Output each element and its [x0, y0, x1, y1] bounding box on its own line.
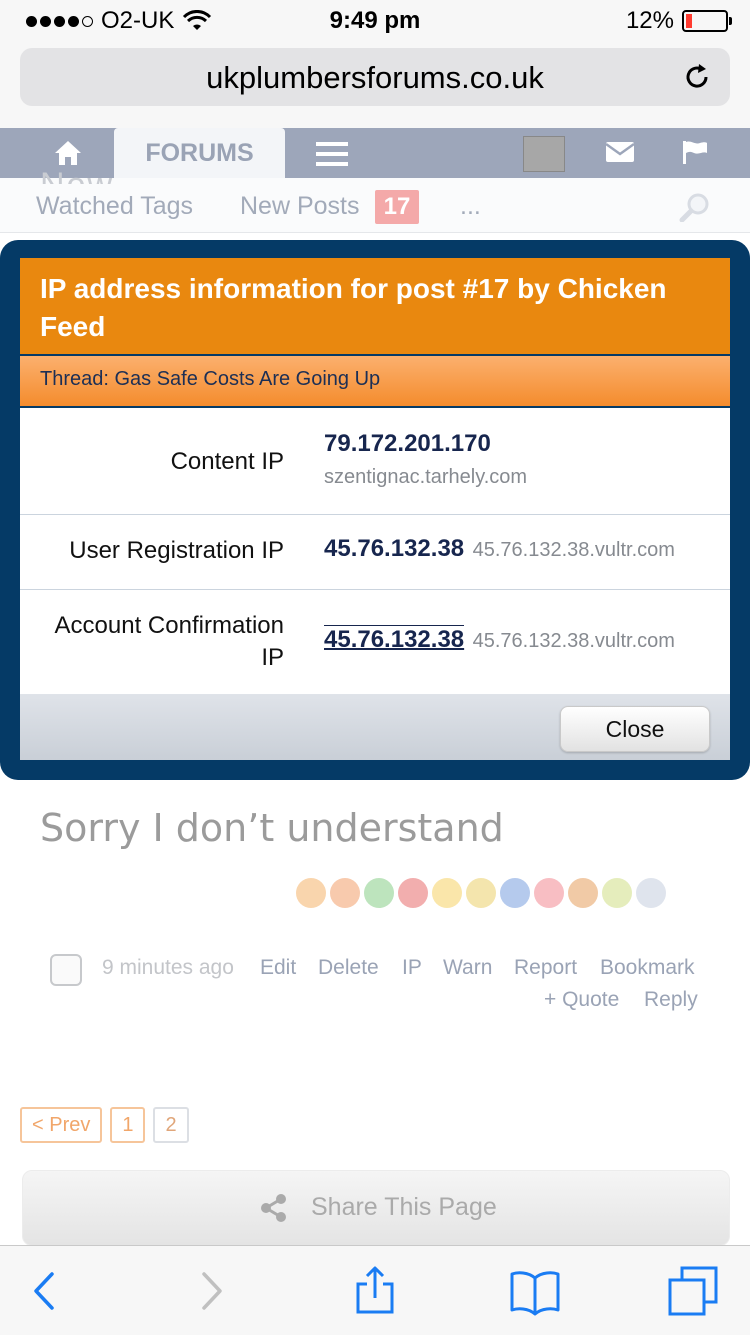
funny-icon[interactable] [432, 878, 462, 908]
share-sheet-icon[interactable] [350, 1266, 400, 1316]
ip-row-registration: User Registration IP 45.76.132.38 45.76.… [20, 515, 730, 590]
page-2-current[interactable]: 2 [153, 1107, 189, 1143]
pagination: < Prev 1 2 [20, 1107, 189, 1143]
share-label: Share This Page [311, 1193, 497, 1221]
modal-title: IP address information for post #17 by C… [40, 273, 667, 342]
disagree-icon[interactable] [398, 878, 428, 908]
ip-row-content: Content IP 79.172.201.170 szentignac.tar… [20, 408, 730, 515]
thread-bar: Thread: Gas Safe Costs Are Going Up [20, 356, 730, 406]
sub-nav: Now ... ... ... ... ... ... ... Watched … [0, 166, 750, 233]
ip-hostname: szentignac.tarhely.com [324, 466, 528, 488]
reload-icon[interactable] [682, 62, 712, 92]
battery-percent: 12% [625, 7, 674, 34]
address-bar[interactable]: ukplumbersforums.co.uk [20, 48, 730, 106]
ip-hostname: 45.76.132.38.vultr.com [472, 630, 675, 652]
delete-link[interactable]: Delete [318, 956, 379, 980]
bookmark-link[interactable]: Bookmark [600, 956, 695, 980]
warn-link[interactable]: Warn [443, 956, 492, 980]
ip-link[interactable]: IP [402, 956, 422, 980]
menu-icon[interactable] [316, 142, 348, 166]
ip-row-label: Account Confirmation IP [54, 612, 284, 671]
ip-row-label: User Registration IP [69, 537, 284, 564]
post-time: 9 minutes ago [102, 956, 234, 979]
battery-icon [682, 10, 732, 32]
dislike-icon[interactable] [330, 878, 360, 908]
status-right: 12% [625, 7, 732, 35]
prev-page-button[interactable]: < Prev [20, 1107, 103, 1143]
ip-info-modal: IP address information for post #17 by C… [0, 240, 750, 780]
browser-address-area: ukplumbersforums.co.uk [0, 40, 750, 128]
new-posts-link[interactable]: New Posts [240, 192, 359, 221]
watched-tags-link[interactable]: Watched Tags [36, 192, 193, 221]
tabs-icon[interactable] [668, 1266, 718, 1316]
ip-row-confirmation: Account Confirmation IP 45.76.132.38 45.… [20, 590, 730, 694]
url-text[interactable]: ukplumbersforums.co.uk [20, 60, 730, 96]
ip-address-link[interactable]: 45.76.132.38 [324, 625, 465, 653]
obscured-thread-title: Now ... ... ... ... ... ... ... [40, 166, 700, 184]
page-1-link[interactable]: 1 [110, 1107, 146, 1143]
agree-icon[interactable] [364, 878, 394, 908]
share-page-button[interactable]: Share This Page [22, 1170, 730, 1246]
forward-arrow-icon[interactable] [186, 1266, 236, 1316]
info-icon[interactable] [500, 878, 530, 908]
rainbow-icon[interactable] [602, 878, 632, 908]
quote-link[interactable]: + Quote [544, 988, 619, 1012]
close-button[interactable]: Close [560, 706, 710, 752]
edit-link[interactable]: Edit [260, 956, 296, 980]
select-post-checkbox[interactable] [50, 954, 82, 986]
winner-icon[interactable] [466, 878, 496, 908]
bookmarks-icon[interactable] [510, 1266, 560, 1316]
useful-icon[interactable] [568, 878, 598, 908]
post-message: Sorry I don’t understand [40, 806, 504, 850]
home-icon[interactable] [52, 138, 84, 168]
modal-footer: Close [20, 694, 730, 760]
share-icon [261, 1194, 286, 1222]
love-icon[interactable] [534, 878, 564, 908]
reaction-icons [296, 878, 666, 908]
back-arrow-icon[interactable] [20, 1266, 70, 1316]
mail-icon[interactable] [606, 142, 634, 162]
browser-toolbar [0, 1245, 750, 1335]
ip-hostname: 45.76.132.38.vultr.com [472, 539, 675, 561]
reply-link[interactable]: Reply [644, 988, 698, 1012]
ip-row-label: Content IP [170, 448, 284, 475]
creative-icon[interactable] [636, 878, 666, 908]
thread-title: Thread: Gas Safe Costs Are Going Up [40, 368, 381, 390]
more-link[interactable]: ... [460, 192, 481, 221]
flag-icon[interactable] [681, 140, 709, 164]
status-bar: O2-UK 9:49 pm 12% [0, 0, 750, 40]
modal-title-bar: IP address information for post #17 by C… [20, 258, 730, 354]
new-posts-badge: 17 [375, 190, 419, 224]
ip-address[interactable]: 45.76.132.38 [324, 535, 464, 562]
report-link[interactable]: Report [514, 956, 577, 980]
ip-table: Content IP 79.172.201.170 szentignac.tar… [20, 408, 730, 694]
like-icon[interactable] [296, 878, 326, 908]
search-icon[interactable] [678, 192, 712, 222]
ip-address[interactable]: 79.172.201.170 [324, 430, 527, 458]
